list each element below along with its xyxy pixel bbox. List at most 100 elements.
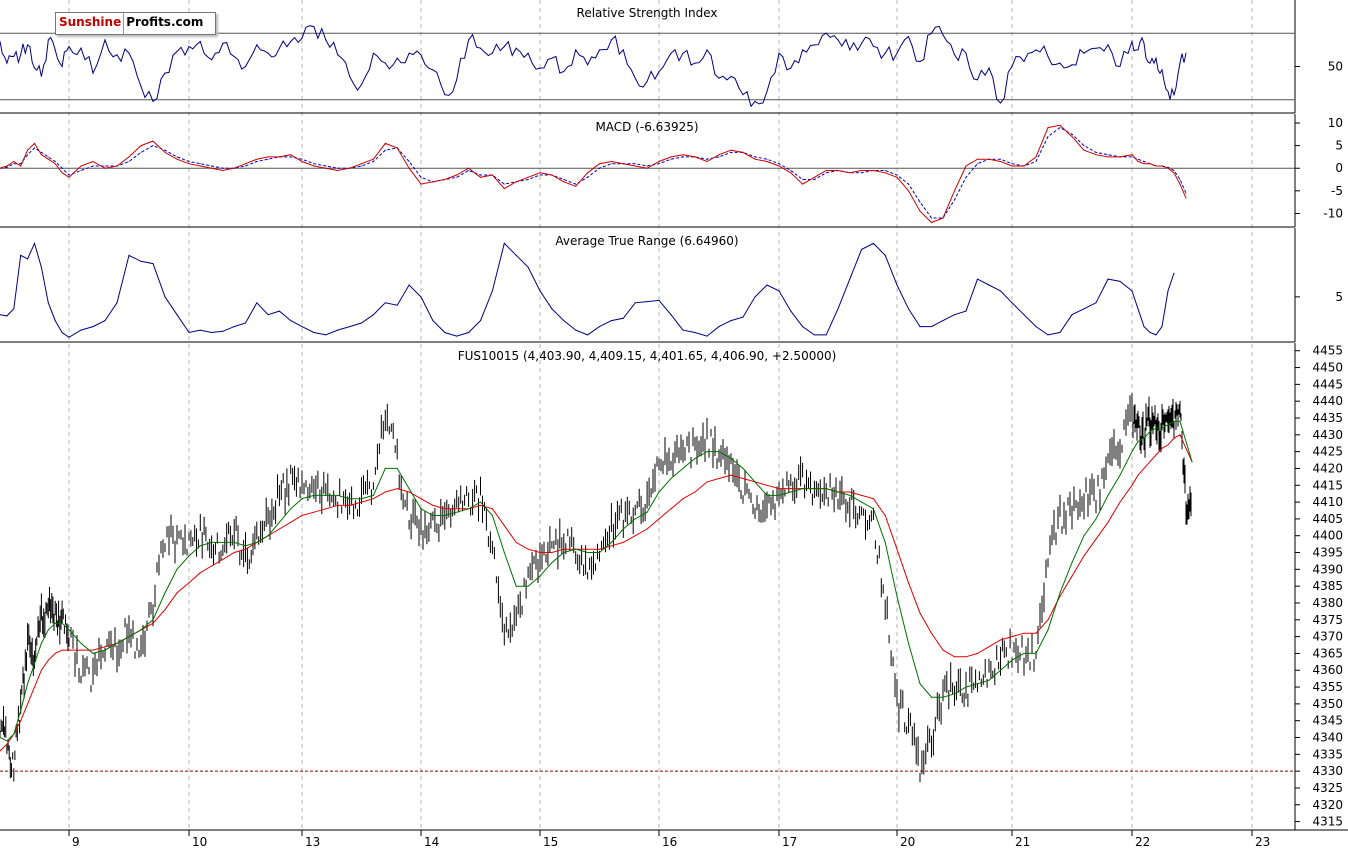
rsi-line-point (325, 39, 327, 41)
atr-line-point (301, 326, 303, 328)
macd-line-point (907, 190, 910, 192)
macd-line-point (930, 221, 933, 224)
moving-average-long-point (1173, 437, 1175, 439)
macd-signal-line-point (999, 158, 1002, 160)
macd-signal-line-point (646, 165, 648, 167)
rsi-line-point (233, 55, 235, 58)
moving-average-long-point (479, 504, 482, 506)
moving-average-long-point (976, 652, 979, 655)
x-tick-label: 16 (662, 835, 677, 849)
atr-line-point (861, 248, 863, 250)
moving-average-long-point (1161, 447, 1163, 449)
rsi-line-point (610, 39, 613, 41)
macd-line-point (267, 156, 269, 158)
rsi-line-point (188, 45, 190, 48)
moving-average-short-point (233, 541, 235, 544)
macd-signal-line-point (1173, 169, 1175, 172)
y-tick-label: 4335 (1312, 747, 1343, 761)
moving-average-short-point (563, 551, 565, 554)
moving-average-short-point (360, 498, 363, 500)
macd-line-point (1137, 160, 1139, 163)
moving-average-short-point (742, 467, 744, 469)
macd-signal-line-point (47, 156, 49, 158)
moving-average-long-point (587, 548, 589, 550)
moving-average-long-point (301, 514, 303, 517)
moving-average-short-point (479, 501, 482, 503)
moving-average-long-point (199, 572, 201, 574)
atr-line-point (1143, 326, 1145, 328)
moving-average-short-group (0, 420, 1193, 742)
atr-line-point (456, 335, 458, 337)
moving-average-long-point (92, 649, 94, 651)
atr-line-point (1023, 314, 1025, 316)
macd-line-point (1155, 165, 1157, 167)
moving-average-long-point (1035, 632, 1037, 634)
macd-signal-line-point (754, 156, 756, 158)
macd-signal-line-point (479, 174, 482, 176)
rsi-line-point (360, 84, 363, 86)
rsi-line-point (256, 44, 258, 46)
rsi-line-point (658, 70, 660, 73)
rsi-line-point (575, 49, 577, 51)
moving-average-long-point (313, 511, 315, 513)
moving-average-short-point (222, 541, 224, 544)
moving-average-long-point (861, 494, 863, 496)
atr-line-point (349, 326, 351, 328)
moving-average-short-point (1185, 440, 1187, 443)
moving-average-long-point (790, 488, 792, 490)
macd-line-point (408, 167, 410, 169)
y-tick-label: 4440 (1312, 394, 1343, 408)
rsi-line-point (372, 52, 374, 54)
moving-average-short-point (953, 693, 956, 695)
rsi-line-point (313, 26, 315, 28)
atr-line-group (0, 241, 1175, 338)
moving-average-long-point (610, 545, 613, 547)
rsi-line-point (396, 57, 398, 59)
moving-average-short-point (188, 555, 190, 557)
moving-average-long-point (444, 508, 446, 510)
moving-average-short-point (802, 488, 804, 490)
y-tick-label: 4450 (1312, 361, 1343, 375)
y-tick-label: 4435 (1312, 411, 1343, 425)
rsi-line-point (164, 72, 166, 74)
atr-line-point (444, 331, 446, 334)
macd-line-point (694, 156, 696, 158)
macd-line-point (825, 169, 827, 172)
moving-average-long-point (1059, 595, 1061, 597)
rsi-line-point (1131, 40, 1133, 43)
moving-average-short-point (896, 595, 898, 597)
atr-line-point (825, 334, 827, 336)
macd-signal-line-point (1083, 145, 1085, 147)
macd-line-point (6, 165, 8, 167)
moving-average-long-point (778, 488, 780, 490)
moving-average-long-point (999, 639, 1002, 641)
atr-line-point (1083, 308, 1085, 310)
atr-line-point (176, 314, 178, 316)
moving-average-long-point (1071, 575, 1073, 577)
atr-line-point (953, 314, 956, 316)
rsi-line-point (551, 57, 553, 59)
x-tick-label: 23 (1255, 835, 1270, 849)
rsi-line-point (211, 59, 213, 61)
rsi-line-point (1011, 65, 1013, 68)
moving-average-long-point (1119, 501, 1121, 503)
moving-average-long-point (188, 582, 190, 584)
moving-average-short-point (575, 548, 577, 550)
moving-average-long-point (1011, 636, 1013, 638)
rsi-line-point (754, 100, 756, 102)
moving-average-short-point (503, 551, 505, 554)
macd-signal-line-point (1131, 156, 1133, 158)
y-tick-label: 4345 (1312, 714, 1343, 728)
macd-line-point (222, 169, 224, 172)
macd-signal-line-point (1179, 178, 1181, 181)
moving-average-short-point (384, 467, 386, 469)
macd-line-point (1107, 156, 1109, 158)
macd-line-point (444, 178, 446, 181)
atr-line-point (420, 296, 422, 298)
atr-line-point (61, 331, 63, 334)
atr-line-point (766, 284, 768, 286)
moving-average-short-point (527, 585, 529, 587)
moving-average-short-point (290, 508, 292, 510)
atr-line-point (211, 331, 213, 334)
macd-line-point (80, 165, 82, 167)
